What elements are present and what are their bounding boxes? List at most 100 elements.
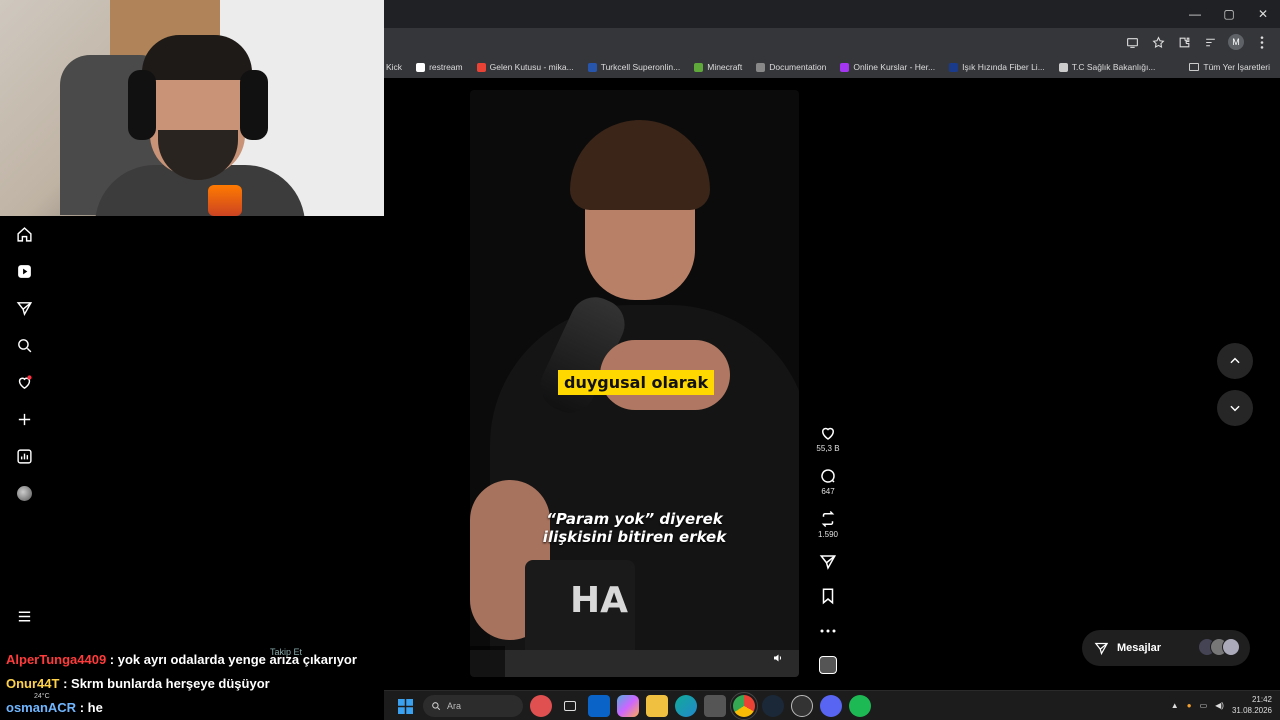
taskbar-search[interactable]: Ara (423, 695, 523, 717)
audio-thumbnail[interactable] (808, 656, 848, 674)
repost-icon (821, 510, 835, 528)
bookmark-star-icon[interactable] (1148, 32, 1168, 52)
widget-app-icon[interactable] (530, 695, 552, 717)
sidebar-item-more[interactable] (14, 606, 34, 626)
home-icon (16, 226, 32, 242)
more-dots-icon (820, 629, 836, 633)
plus-icon (18, 413, 30, 425)
chat-text: : Skrm bunlarda herşeye düşüyor (59, 676, 270, 691)
bookmark-item[interactable]: Gelen Kutusu - mika... (476, 62, 574, 72)
sidebar-item-search[interactable] (14, 335, 34, 355)
all-bookmarks-button[interactable]: Tüm Yer İşaretleri (1189, 62, 1270, 72)
bookmark-item[interactable]: Online Kurslar - Her... (840, 62, 935, 72)
chat-username: osmanACR (6, 700, 77, 715)
webcam-mic (208, 185, 242, 216)
video-caption: duygusal olarak (558, 370, 715, 395)
menu-dots-icon[interactable] (1252, 32, 1272, 52)
video-subtitle: “Param yok” diyerek ilişkisini bitiren e… (470, 510, 799, 546)
browser-toolbar: M (384, 28, 1280, 56)
bookmark-label: Kick (386, 62, 403, 72)
bookmark-item[interactable]: Işık Hızında Fiber Li... (949, 62, 1045, 72)
messages-avatars (1198, 638, 1240, 656)
clock-time: 21:42 (1251, 695, 1272, 704)
bookmark-favicon-icon (587, 62, 597, 72)
chat-text: : yok ayrı odalarda yenge arıza çıkarıyo… (106, 652, 357, 667)
messages-label: Mesajlar (1117, 642, 1162, 654)
copilot-icon[interactable] (617, 695, 639, 717)
bookmark-label: Gelen Kutusu - mika... (489, 62, 574, 72)
extensions-icon[interactable] (1174, 32, 1194, 52)
obs-icon[interactable] (791, 695, 813, 717)
start-button[interactable] (394, 695, 416, 717)
sidebar-item-dashboard[interactable] (14, 446, 34, 466)
steam-icon[interactable] (762, 695, 784, 717)
task-view-icon[interactable] (559, 695, 581, 717)
bookmark-item[interactable]: Minecraft (694, 62, 742, 72)
discord-icon[interactable] (820, 695, 842, 717)
bookmark-label: Turkcell Superonlin... (600, 62, 681, 72)
bookmark-label: Online Kurslar - Her... (853, 62, 936, 72)
bookmark-favicon-icon (756, 62, 766, 72)
bookmark-label: Minecraft (707, 62, 743, 72)
like-button[interactable]: 55,3 B (808, 424, 848, 453)
mute-button[interactable] (768, 648, 788, 668)
store-icon[interactable] (704, 695, 726, 717)
sidebar-item-home[interactable] (14, 224, 34, 244)
more-button[interactable] (808, 622, 848, 642)
bookmark-item[interactable]: T.C Sağlık Bakanlığı... (1058, 62, 1155, 72)
chat-message: osmanACR : he (6, 700, 103, 715)
maximize-button[interactable]: ▢ (1212, 0, 1246, 28)
sidebar-item-notifications[interactable] (14, 372, 34, 392)
bookmark-favicon-icon (476, 62, 486, 72)
bookmark-favicon-icon (840, 62, 850, 72)
previous-reel-button[interactable] (1217, 343, 1253, 379)
follow-link-faded[interactable]: Takip Et (270, 647, 302, 657)
audio-thumbnail-icon (819, 656, 837, 674)
minimize-button[interactable]: — (1178, 0, 1212, 28)
folder-icon (1189, 63, 1200, 71)
next-reel-button[interactable] (1217, 390, 1253, 426)
sidebar-item-profile[interactable] (14, 483, 34, 503)
network-icon[interactable]: ▭ (1200, 701, 1208, 710)
bookmark-item[interactable]: Kick (386, 62, 402, 72)
repost-count: 1.590 (817, 530, 839, 539)
chat-username: Onur44T (6, 676, 60, 691)
chart-icon (16, 448, 32, 464)
bookmark-label: restream (429, 62, 463, 72)
avatar (1222, 638, 1240, 656)
like-count: 55,3 B (816, 444, 840, 453)
save-button[interactable] (808, 587, 848, 607)
bookmark-favicon-icon (1058, 62, 1068, 72)
chat-message: AlperTunga4409 : yok ayrı odalarda yenge… (6, 652, 357, 667)
cast-icon[interactable] (1122, 32, 1142, 52)
chevron-up-icon[interactable]: ▲ (1171, 701, 1179, 710)
chrome-icon[interactable] (730, 692, 758, 720)
messages-button[interactable]: Mesajlar (1082, 630, 1250, 666)
window-controls: — ▢ ✕ (1178, 0, 1280, 28)
hamburger-icon (18, 611, 30, 621)
outlook-icon[interactable] (588, 695, 610, 717)
volume-icon[interactable]: ◀) (1215, 701, 1224, 710)
comment-button[interactable]: 647 (808, 467, 848, 496)
sidebar-item-create[interactable] (14, 409, 34, 429)
profile-avatar: M (1228, 34, 1244, 50)
clock[interactable]: 21:42 31.08.2026 (1232, 694, 1272, 716)
send-icon (1094, 642, 1109, 655)
chat-message: Onur44T : Skrm bunlarda herşeye düşüyor (6, 676, 270, 691)
file-explorer-icon[interactable] (646, 695, 668, 717)
sidebar-item-reels[interactable] (14, 261, 34, 281)
close-button[interactable]: ✕ (1246, 0, 1280, 28)
bookmark-item[interactable]: restream (416, 62, 463, 72)
system-tray: ▲ ● ▭ ◀) 21:42 31.08.2026 (1171, 694, 1272, 716)
repost-button[interactable]: 1.590 (808, 510, 848, 539)
share-button[interactable] (808, 553, 848, 573)
spotify-icon[interactable] (849, 695, 871, 717)
edge-icon[interactable] (675, 695, 697, 717)
reel-video[interactable]: HA duygusal olarak “Param yok” diyerek i… (470, 90, 799, 677)
bookmark-item[interactable]: Turkcell Superonlin... (587, 62, 681, 72)
sidebar-item-messages[interactable] (14, 298, 34, 318)
profile-button[interactable]: M (1226, 32, 1246, 52)
bookmark-item[interactable]: Documentation (756, 62, 826, 72)
tab-search-icon[interactable] (1200, 32, 1220, 52)
microphone-icon[interactable]: ● (1187, 701, 1192, 710)
